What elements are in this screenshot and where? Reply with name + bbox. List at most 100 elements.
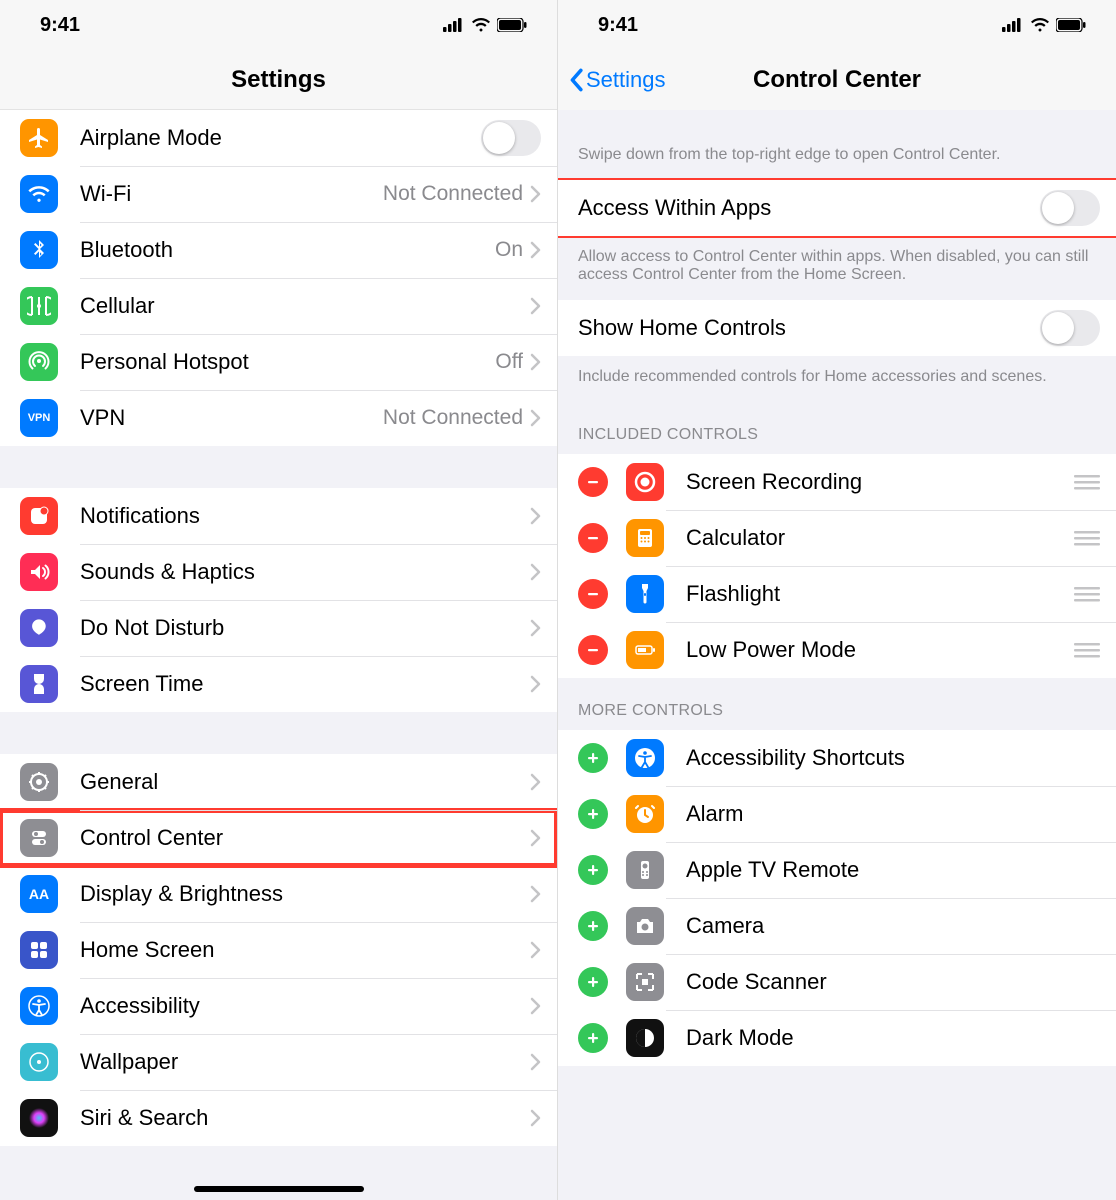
settings-row-vpn[interactable]: VPNVPNNot Connected [0, 390, 557, 446]
settings-row-controlcenter[interactable]: Control Center [0, 810, 557, 866]
included-controls-list: Screen Recording Calculator Flashlight Low … [558, 454, 1116, 678]
wallpaper-icon [20, 1043, 58, 1081]
vpn-icon: VPN [20, 399, 58, 437]
more-row-camera[interactable]: Camera [558, 898, 1116, 954]
screentime-label: Screen Time [80, 671, 529, 697]
settings-row-homescreen[interactable]: Home Screen [0, 922, 557, 978]
nav-bar: Settings Control Center [558, 50, 1116, 110]
flashlight-label: Flashlight [686, 581, 1074, 607]
general-icon [20, 763, 58, 801]
show-home-controls-row[interactable]: Show Home Controls [558, 300, 1116, 356]
settings-row-screentime[interactable]: Screen Time [0, 656, 557, 712]
phone-settings: 9:41 Settings Airplane ModeWi-FiNot Conn… [0, 0, 558, 1200]
remove-button[interactable] [578, 635, 608, 665]
included-row-flashlight[interactable]: Flashlight [558, 566, 1116, 622]
add-button[interactable] [578, 743, 608, 773]
settings-row-notifications[interactable]: Notifications [0, 488, 557, 544]
cellular-icon [20, 287, 58, 325]
add-button[interactable] [578, 967, 608, 997]
sounds-label: Sounds & Haptics [80, 559, 529, 585]
settings-row-siri[interactable]: Siri & Search [0, 1090, 557, 1146]
calculator-icon [626, 519, 664, 557]
phone-control-center: 9:41 Settings Control Center Swipe down … [558, 0, 1116, 1200]
access-toggle[interactable] [1040, 190, 1100, 226]
lowpower-label: Low Power Mode [686, 637, 1074, 663]
more-header: MORE CONTROLS [558, 678, 1116, 730]
settings-list: Airplane ModeWi-FiNot ConnectedBluetooth… [0, 110, 557, 1146]
vpn-value: Not Connected [383, 406, 523, 430]
codescanner-icon [626, 963, 664, 1001]
settings-row-accessibility[interactable]: Accessibility [0, 978, 557, 1034]
sounds-icon [20, 553, 58, 591]
remove-button[interactable] [578, 523, 608, 553]
settings-row-bluetooth[interactable]: BluetoothOn [0, 222, 557, 278]
included-row-screenrec[interactable]: Screen Recording [558, 454, 1116, 510]
add-button[interactable] [578, 911, 608, 941]
included-row-calculator[interactable]: Calculator [558, 510, 1116, 566]
status-icons [443, 18, 527, 32]
accessibility-icon [20, 987, 58, 1025]
wifi-value: Not Connected [383, 182, 523, 206]
camera-label: Camera [686, 913, 1100, 939]
alarm-icon [626, 795, 664, 833]
a11y-label: Accessibility Shortcuts [686, 745, 1100, 771]
screenrec-label: Screen Recording [686, 469, 1074, 495]
dnd-label: Do Not Disturb [80, 615, 529, 641]
hotspot-value: Off [495, 350, 523, 374]
wifi-icon [20, 175, 58, 213]
status-bar: 9:41 [558, 0, 1116, 50]
more-row-appletv[interactable]: Apple TV Remote [558, 842, 1116, 898]
included-header: INCLUDED CONTROLS [558, 402, 1116, 454]
page-title: Control Center [753, 66, 921, 94]
airplane-toggle[interactable] [481, 120, 541, 156]
siri-icon [20, 1099, 58, 1137]
settings-row-airplane[interactable]: Airplane Mode [0, 110, 557, 166]
home-indicator [194, 1186, 364, 1192]
more-row-codescanner[interactable]: Code Scanner [558, 954, 1116, 1010]
remove-button[interactable] [578, 467, 608, 497]
cellular-icon [1002, 18, 1024, 32]
airplane-label: Airplane Mode [80, 125, 481, 151]
wifi-label: Wi-Fi [80, 181, 383, 207]
appletv-label: Apple TV Remote [686, 857, 1100, 883]
settings-row-wallpaper[interactable]: Wallpaper [0, 1034, 557, 1090]
add-button[interactable] [578, 855, 608, 885]
remove-button[interactable] [578, 579, 608, 609]
flashlight-icon [626, 575, 664, 613]
bluetooth-value: On [495, 238, 523, 262]
more-row-a11y[interactable]: Accessibility Shortcuts [558, 730, 1116, 786]
homescreen-label: Home Screen [80, 937, 529, 963]
access-footer: Allow access to Control Center within ap… [558, 236, 1116, 300]
vpn-label: VPN [80, 405, 383, 431]
settings-row-wifi[interactable]: Wi-FiNot Connected [0, 166, 557, 222]
wifi-icon [1030, 18, 1050, 32]
settings-row-general[interactable]: General [0, 754, 557, 810]
add-button[interactable] [578, 799, 608, 829]
settings-row-display[interactable]: AADisplay & Brightness [0, 866, 557, 922]
hotspot-label: Personal Hotspot [80, 349, 495, 375]
settings-row-cellular[interactable]: Cellular [0, 278, 557, 334]
calculator-label: Calculator [686, 525, 1074, 551]
status-icons [1002, 18, 1086, 32]
a11y-icon [626, 739, 664, 777]
access-within-apps-row[interactable]: Access Within Apps [558, 180, 1116, 236]
add-button[interactable] [578, 1023, 608, 1053]
lowpower-icon [626, 631, 664, 669]
alarm-label: Alarm [686, 801, 1100, 827]
settings-row-sounds[interactable]: Sounds & Haptics [0, 544, 557, 600]
wallpaper-label: Wallpaper [80, 1049, 529, 1075]
hotspot-icon [20, 343, 58, 381]
included-row-lowpower[interactable]: Low Power Mode [558, 622, 1116, 678]
home-toggle[interactable] [1040, 310, 1100, 346]
darkmode-icon [626, 1019, 664, 1057]
general-label: General [80, 769, 529, 795]
accessibility-label: Accessibility [80, 993, 529, 1019]
more-row-darkmode[interactable]: Dark Mode [558, 1010, 1116, 1066]
back-button[interactable]: Settings [568, 67, 666, 93]
battery-icon [497, 18, 527, 32]
settings-row-hotspot[interactable]: Personal HotspotOff [0, 334, 557, 390]
more-row-alarm[interactable]: Alarm [558, 786, 1116, 842]
more-controls-list: Accessibility Shortcuts Alarm Apple TV Rem… [558, 730, 1116, 1066]
settings-row-dnd[interactable]: Do Not Disturb [0, 600, 557, 656]
appletv-icon [626, 851, 664, 889]
